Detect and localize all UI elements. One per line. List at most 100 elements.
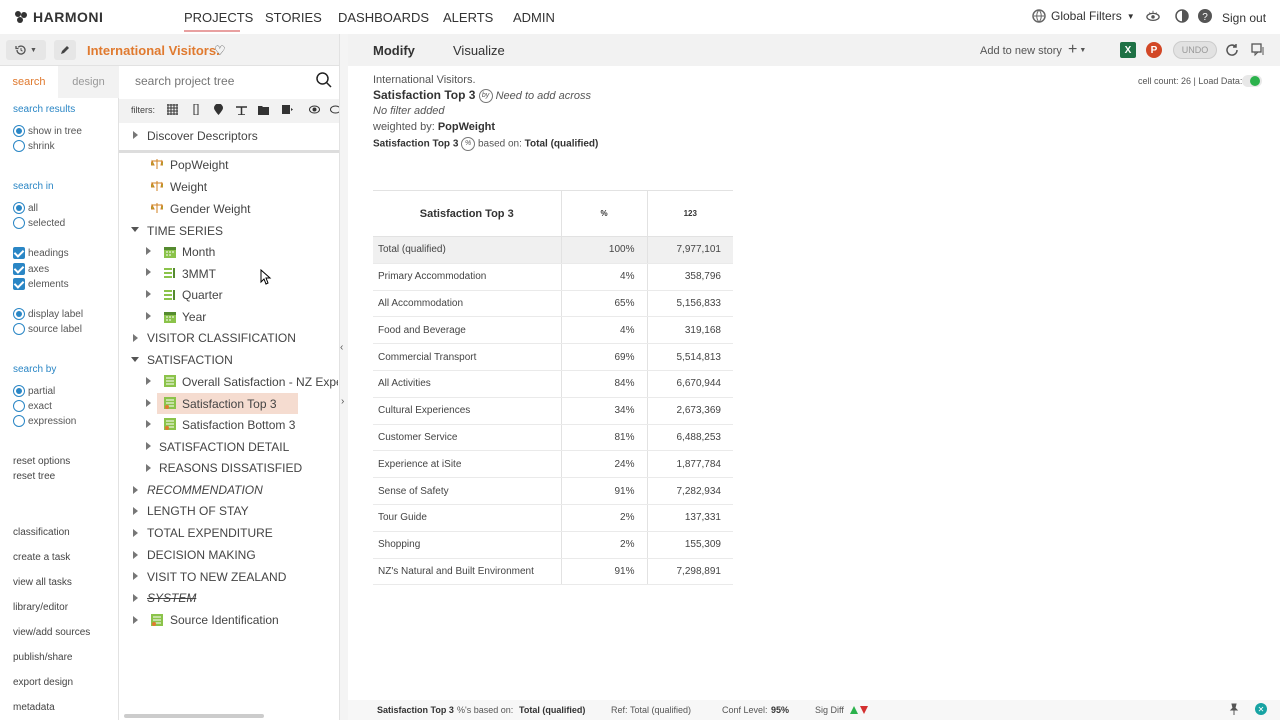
- status-conf-value[interactable]: 95%: [771, 705, 789, 715]
- radio-off[interactable]: [13, 400, 25, 412]
- history-button[interactable]: ▼: [6, 40, 46, 60]
- undo-button[interactable]: UNDO: [1173, 41, 1217, 59]
- source-label-option[interactable]: source label: [13, 323, 82, 335]
- headings-checkbox[interactable]: headings: [13, 247, 69, 259]
- comment-icon[interactable]: [1251, 43, 1265, 57]
- table-row[interactable]: NZ's Natural and Built Environment 91% 7,2…: [373, 558, 733, 586]
- radio-on[interactable]: [13, 308, 25, 320]
- table-row[interactable]: Total (qualified) 100% 7,977,101: [373, 236, 733, 264]
- tree-item-3mmt[interactable]: 3MMT: [182, 267, 216, 281]
- expand-arrow-icon[interactable]: [133, 551, 138, 559]
- sig-diff-arrows-icon[interactable]: [850, 705, 870, 714]
- radio-on[interactable]: [13, 202, 25, 214]
- eye-icon[interactable]: [1146, 9, 1160, 23]
- view-add-sources-link[interactable]: view/add sources: [13, 627, 90, 638]
- harmoni-logo[interactable]: HARMONI: [14, 9, 103, 25]
- collapse-arrow-icon[interactable]: [131, 227, 139, 232]
- weighted-by-value[interactable]: PopWeight: [438, 121, 495, 133]
- tree-folder-visit-to-new-zealand[interactable]: VISIT TO NEW ZEALAND: [147, 570, 286, 584]
- column-filter-icon[interactable]: [191, 104, 202, 115]
- grid-filter-icon[interactable]: [167, 104, 178, 115]
- tree-horizontal-scrollbar[interactable]: [124, 714, 264, 718]
- sign-out-link[interactable]: Sign out: [1222, 11, 1266, 25]
- nav-tab-alerts[interactable]: ALERTS: [443, 10, 493, 25]
- table-row[interactable]: Commercial Transport 69% 5,514,813: [373, 343, 733, 371]
- tree-folder-reasons-dissatisfied[interactable]: REASONS DISSATISFIED: [159, 461, 302, 475]
- tree-folder-satisfaction-detail[interactable]: SATISFACTION DETAIL: [159, 440, 289, 454]
- reset-options-link[interactable]: reset options: [13, 456, 70, 467]
- powerpoint-export-icon[interactable]: P: [1146, 42, 1162, 58]
- create-task-link[interactable]: create a task: [13, 552, 70, 563]
- tree-item-weight[interactable]: Weight: [170, 180, 207, 194]
- tree-item-overall-satisfaction[interactable]: Overall Satisfaction - NZ Expe: [182, 375, 338, 389]
- export-design-link[interactable]: export design: [13, 677, 73, 688]
- location-filter-icon[interactable]: [213, 104, 224, 115]
- tree-folder-system[interactable]: SYSTEM: [147, 591, 196, 605]
- table-row[interactable]: All Activities 84% 6,670,944: [373, 370, 733, 398]
- global-filters-button[interactable]: Global Filters ▼: [1032, 9, 1135, 23]
- reset-tree-link[interactable]: reset tree: [13, 471, 55, 482]
- view-all-tasks-link[interactable]: view all tasks: [13, 577, 72, 588]
- tree-folder-recommendation[interactable]: RECOMMENDATION: [147, 483, 263, 497]
- tree-item-month[interactable]: Month: [182, 245, 215, 259]
- tab-visualize[interactable]: Visualize: [453, 43, 505, 58]
- refresh-icon[interactable]: [1225, 43, 1239, 57]
- radio-off[interactable]: [13, 415, 25, 427]
- add-to-story-button[interactable]: + ▼: [1068, 40, 1104, 60]
- search-by-partial-option[interactable]: partial: [13, 385, 55, 397]
- tree-folder-total-expenditure[interactable]: TOTAL EXPENDITURE: [147, 526, 273, 540]
- folder-filter-icon[interactable]: [258, 104, 269, 115]
- elements-checkbox[interactable]: elements: [13, 278, 69, 290]
- expand-arrow-icon[interactable]: [146, 290, 151, 298]
- column-header-label[interactable]: Satisfaction Top 3: [373, 190, 562, 237]
- expand-arrow-icon[interactable]: [133, 507, 138, 515]
- panel-splitter[interactable]: ‹ ›: [339, 34, 348, 720]
- report-title[interactable]: Satisfaction Top 3: [373, 88, 475, 102]
- radio-on[interactable]: [13, 125, 25, 137]
- table-row[interactable]: Cultural Experiences 34% 2,673,369: [373, 397, 733, 425]
- nav-tab-admin[interactable]: ADMIN: [513, 10, 555, 25]
- expand-arrow-icon[interactable]: [146, 268, 151, 276]
- search-by-exact-option[interactable]: exact: [13, 400, 52, 412]
- collapse-arrow-icon[interactable]: [131, 357, 139, 362]
- table-row[interactable]: Experience at iSite 24% 1,877,784: [373, 450, 733, 479]
- help-icon[interactable]: ?: [1198, 9, 1212, 23]
- tree-item-popweight[interactable]: PopWeight: [170, 158, 228, 172]
- tree-item-year[interactable]: Year: [182, 310, 206, 324]
- radio-off[interactable]: [13, 217, 25, 229]
- column-header-count[interactable]: 123: [647, 190, 733, 237]
- checkbox-checked[interactable]: [13, 263, 25, 275]
- tree-item-quarter[interactable]: Quarter: [182, 288, 223, 302]
- expand-arrow-icon[interactable]: [133, 594, 138, 602]
- tree-item-satisfaction-bottom-3[interactable]: Satisfaction Bottom 3: [182, 418, 295, 432]
- radio-off[interactable]: [13, 323, 25, 335]
- expand-arrow-icon[interactable]: [133, 486, 138, 494]
- tree-folder-satisfaction[interactable]: SATISFACTION: [147, 353, 233, 367]
- close-icon[interactable]: ✕: [1255, 703, 1267, 715]
- tree-item-satisfaction-top-3[interactable]: Satisfaction Top 3: [182, 397, 277, 411]
- radio-off[interactable]: [13, 140, 25, 152]
- tab-design[interactable]: design: [58, 66, 119, 98]
- project-title[interactable]: International Visitors.: [87, 43, 220, 58]
- need-across-hint[interactable]: Need to add across: [496, 90, 591, 102]
- expand-arrow-icon[interactable]: [146, 247, 151, 255]
- pin-icon[interactable]: [1228, 703, 1240, 715]
- metadata-link[interactable]: metadata: [13, 702, 55, 713]
- tab-modify[interactable]: Modify: [373, 43, 415, 58]
- tab-search[interactable]: search: [0, 66, 58, 98]
- tree-item-gender-weight[interactable]: Gender Weight: [170, 202, 251, 216]
- expand-arrow-icon[interactable]: [133, 616, 138, 624]
- expand-arrow-icon[interactable]: [146, 312, 151, 320]
- radio-on[interactable]: [13, 385, 25, 397]
- table-row[interactable]: Food and Beverage 4% 319,168: [373, 316, 733, 345]
- tree-item-discover-descriptors[interactable]: Discover Descriptors: [147, 129, 258, 143]
- search-in-selected-option[interactable]: selected: [13, 217, 65, 229]
- search-icon[interactable]: [316, 72, 332, 88]
- library-editor-link[interactable]: library/editor: [13, 602, 68, 613]
- expand-arrow-icon[interactable]: [133, 131, 138, 139]
- tree-folder-time-series[interactable]: TIME SERIES: [147, 224, 223, 238]
- variable-filter-icon[interactable]: [282, 104, 293, 115]
- show-in-tree-option[interactable]: show in tree: [13, 125, 82, 137]
- excel-export-icon[interactable]: X: [1120, 42, 1136, 58]
- edit-button[interactable]: [54, 40, 76, 60]
